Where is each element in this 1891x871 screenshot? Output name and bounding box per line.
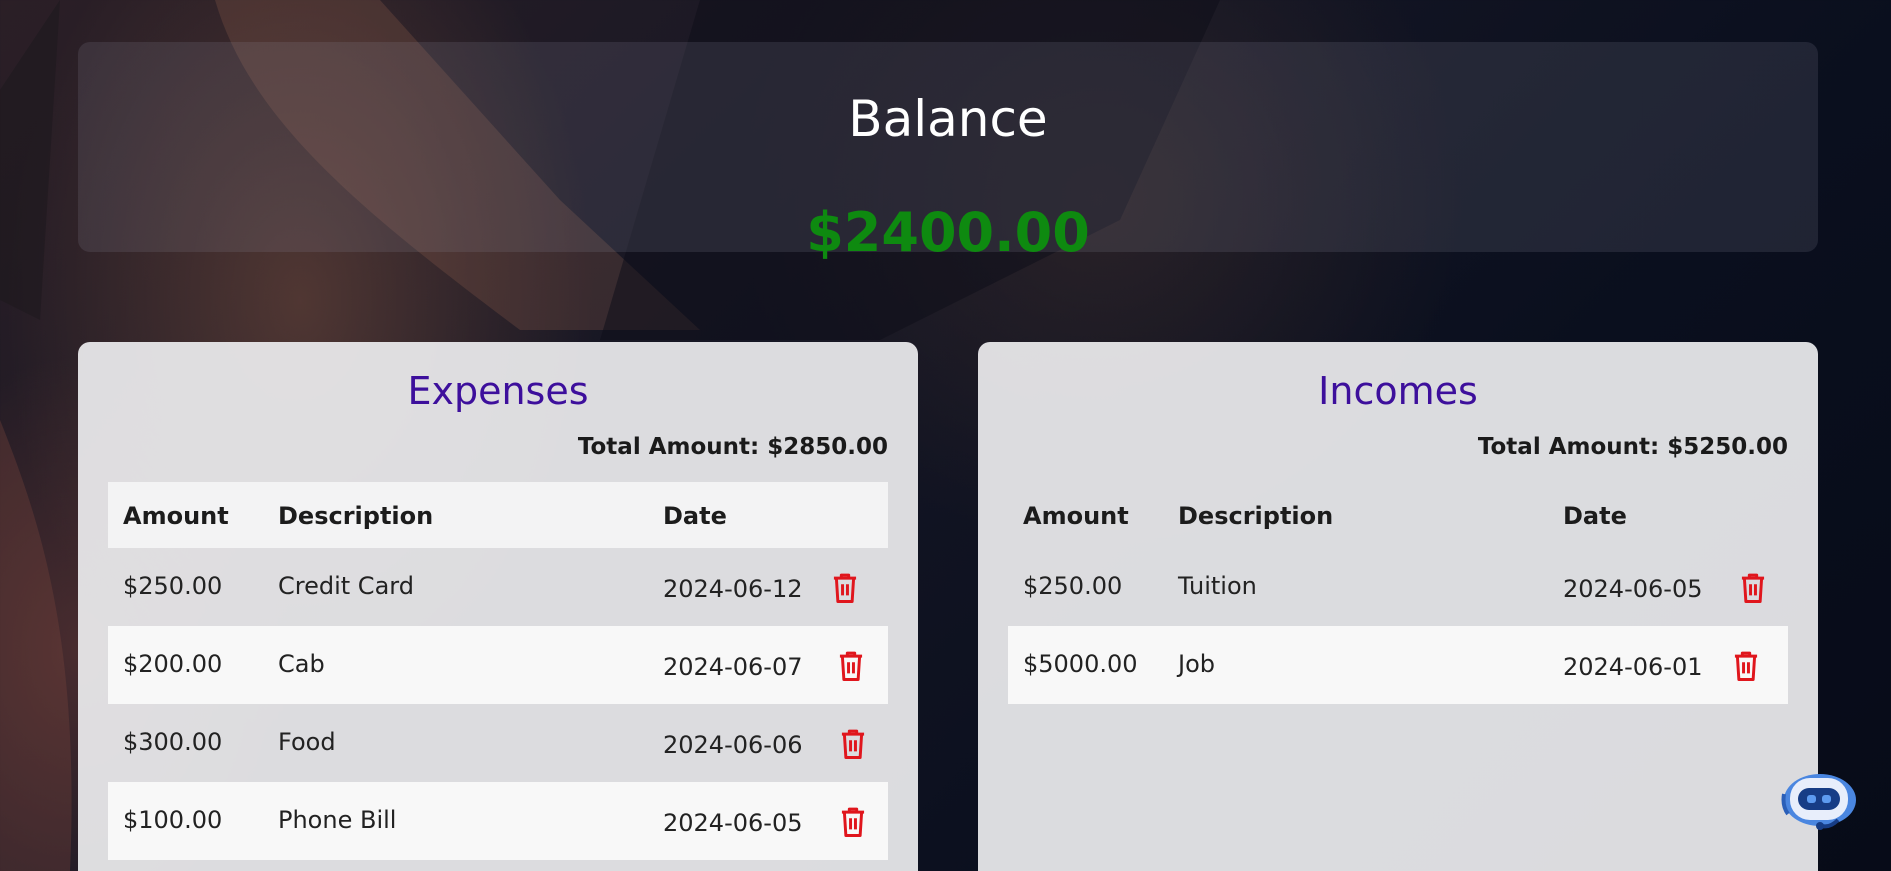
incomes-card: Incomes Total Amount: $5250.00 Amount De… (978, 342, 1818, 871)
expense-description: Phone Bill (278, 806, 397, 834)
table-row: $250.00 Credit Card 2024-06-12 (108, 548, 888, 626)
income-date: 2024-06-01 (1563, 653, 1703, 681)
expense-amount: $300.00 (123, 728, 223, 756)
expenses-total: Total Amount: $2850.00 (577, 434, 888, 460)
chatbot-icon[interactable] (1780, 762, 1860, 832)
incomes-title: Incomes (1318, 369, 1478, 413)
income-description: Job (1178, 650, 1215, 678)
column-header-amount: Amount (123, 502, 229, 530)
column-header-amount: Amount (1023, 502, 1129, 530)
table-row: $200.00 Cab 2024-06-07 (108, 626, 888, 704)
column-header-description: Description (1178, 502, 1334, 530)
expense-date: 2024-06-06 (663, 731, 803, 759)
expenses-table-header: Amount Description Date (108, 482, 888, 548)
balance-panel: Balance $2400.00 (78, 42, 1818, 260)
expenses-card: Expenses Total Amount: $2850.00 Amount D… (78, 342, 918, 871)
expense-description: Credit Card (278, 572, 414, 600)
expense-description: Cab (278, 650, 325, 678)
expense-date: 2024-06-05 (663, 809, 803, 837)
table-row: $5000.00 Job 2024-06-01 (1008, 626, 1788, 704)
column-header-date: Date (1563, 502, 1627, 530)
incomes-table-header: Amount Description Date (1008, 482, 1788, 548)
expense-amount: $250.00 (123, 572, 223, 600)
trash-icon[interactable] (1738, 572, 1768, 604)
table-row: $300.00 Food 2024-06-06 (108, 704, 888, 782)
table-row: $100.00 Phone Bill 2024-06-05 (108, 782, 888, 860)
income-date: 2024-06-05 (1563, 575, 1703, 603)
income-amount: $5000.00 (1023, 650, 1138, 678)
income-amount: $250.00 (1023, 572, 1123, 600)
expenses-title: Expenses (407, 369, 589, 413)
trash-icon[interactable] (1731, 650, 1761, 682)
table-row: $250.00 Tuition 2024-06-05 (1008, 548, 1788, 626)
expense-date: 2024-06-12 (663, 575, 803, 603)
expense-amount: $200.00 (123, 650, 223, 678)
trash-icon[interactable] (836, 650, 866, 682)
trash-icon[interactable] (830, 572, 860, 604)
balance-title: Balance (848, 90, 1048, 148)
incomes-total: Total Amount: $5250.00 (1477, 434, 1788, 460)
trash-icon[interactable] (838, 806, 868, 838)
column-header-description: Description (278, 502, 434, 530)
trash-icon[interactable] (838, 728, 868, 760)
income-description: Tuition (1178, 572, 1257, 600)
expense-amount: $100.00 (123, 806, 223, 834)
balance-amount: $2400.00 (806, 201, 1090, 264)
column-header-date: Date (663, 502, 727, 530)
expense-date: 2024-06-07 (663, 653, 803, 681)
expense-description: Food (278, 728, 336, 756)
